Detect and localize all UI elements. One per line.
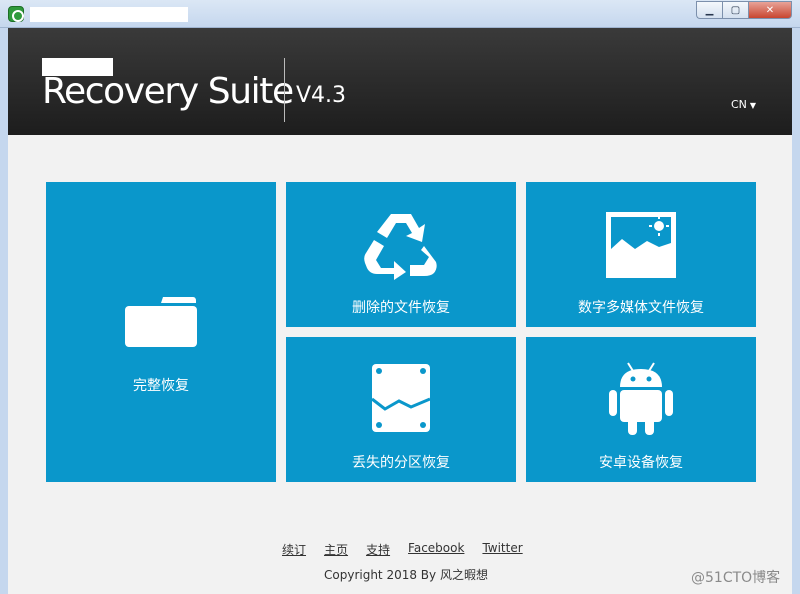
maximize-button[interactable]: ▢ [722, 1, 748, 19]
window-controls: ▁ ▢ ✕ [696, 1, 792, 19]
main-content: 完整恢复 删除的文件恢复 数字多媒体文件恢复 丢失的分区恢复 安卓设备恢复 续订… [8, 135, 792, 594]
language-selector[interactable]: CN ▼ [731, 98, 756, 111]
copyright-text: Copyright 2018 By 风之暇想 [324, 568, 488, 582]
tile-full-recovery[interactable]: 完整恢复 [46, 182, 276, 482]
close-button[interactable]: ✕ [748, 1, 792, 19]
footer-link-facebook[interactable]: Facebook [408, 541, 464, 558]
window-title-redacted [30, 7, 188, 22]
version-label: V4.3 [296, 83, 347, 108]
app-header: Recovery Suite V4.3 CN ▼ [8, 28, 792, 135]
picture-icon [606, 212, 676, 278]
brand-title: Recovery Suite [42, 71, 294, 112]
app-icon [8, 6, 24, 22]
tile-deleted-file-recovery[interactable]: 删除的文件恢复 [286, 182, 516, 327]
tile-media-recovery[interactable]: 数字多媒体文件恢复 [526, 182, 756, 327]
recycle-icon [364, 214, 437, 280]
footer-link-twitter[interactable]: Twitter [482, 541, 522, 558]
footer-links: 续订 主页 支持 Facebook Twitter [282, 541, 523, 558]
window-frame-right [792, 28, 800, 594]
folder-icon [125, 297, 197, 347]
tile-partition-recovery[interactable]: 丢失的分区恢复 [286, 337, 516, 482]
footer-link-support[interactable]: 支持 [366, 541, 390, 558]
language-value: CN [731, 98, 747, 111]
tile-label: 安卓设备恢复 [599, 455, 683, 471]
brand-divider [284, 58, 285, 122]
android-icon [609, 362, 673, 435]
tile-label: 完整恢复 [133, 378, 189, 394]
tile-label: 删除的文件恢复 [352, 300, 450, 316]
watermark-text: @51CTO博客 [691, 570, 781, 586]
window-frame-left [0, 28, 8, 594]
tile-label: 丢失的分区恢复 [352, 455, 450, 471]
footer-link-home[interactable]: 主页 [324, 541, 348, 558]
window-titlebar: ▁ ▢ ✕ [0, 0, 800, 28]
tile-android-recovery[interactable]: 安卓设备恢复 [526, 337, 756, 482]
disk-icon [371, 364, 431, 432]
footer-link-renew[interactable]: 续订 [282, 541, 306, 558]
chevron-down-icon: ▼ [749, 101, 757, 110]
tile-label: 数字多媒体文件恢复 [578, 300, 704, 316]
minimize-button[interactable]: ▁ [696, 1, 722, 19]
